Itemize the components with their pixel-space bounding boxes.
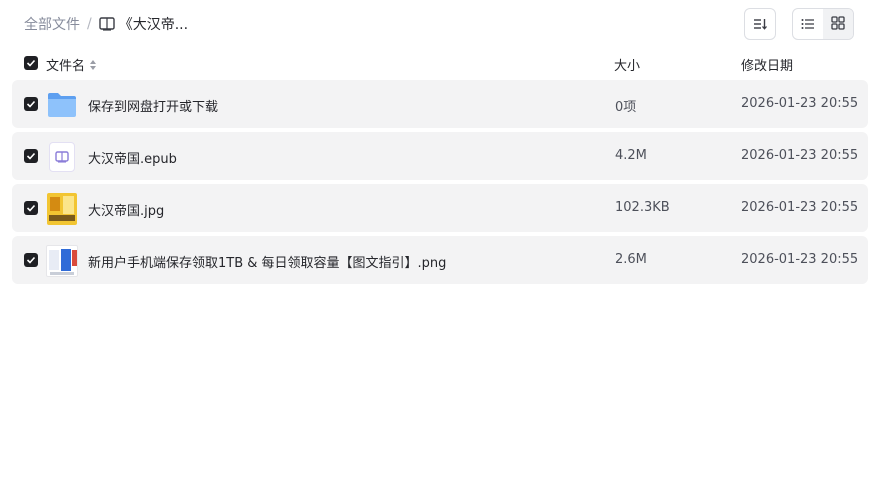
checkmark-icon (26, 59, 36, 67)
grid-view-icon (831, 15, 845, 34)
file-name[interactable]: 新用户手机端保存领取1TB & 每日领取容量【图文指引】.png (88, 252, 446, 271)
file-name[interactable]: 保存到网盘打开或下载 (88, 96, 218, 115)
folder-icon (46, 89, 78, 121)
file-list: 保存到网盘打开或下载 0项 2026-01-23 20:55 大汉帝国.epub… (12, 80, 868, 288)
row-checkbox[interactable] (24, 253, 38, 267)
file-date: 2026-01-23 20:55 (741, 200, 859, 215)
row-checkbox[interactable] (24, 149, 38, 163)
checkmark-icon (26, 100, 36, 108)
image-thumbnail (46, 245, 78, 277)
checkmark-icon (26, 152, 36, 160)
top-bar: 全部文件 / 《大汉帝... (24, 8, 854, 40)
file-date: 2026-01-23 20:55 (741, 148, 859, 163)
checkmark-icon (26, 204, 36, 212)
file-size: 0项 (615, 100, 637, 115)
book-icon (99, 16, 115, 32)
file-date: 2026-01-23 20:55 (741, 96, 859, 111)
image-thumbnail (46, 193, 78, 225)
file-name[interactable]: 大汉帝国.jpg (88, 200, 164, 219)
file-date: 2026-01-23 20:55 (741, 252, 859, 267)
list-view-button[interactable] (793, 9, 823, 39)
select-all-checkbox[interactable] (24, 56, 38, 70)
list-view-icon (801, 15, 815, 34)
column-header-date: 修改日期 (741, 59, 794, 74)
file-size: 4.2M (615, 148, 647, 163)
file-size: 2.6M (615, 252, 647, 267)
table-header: 文件名 大小 修改日期 (12, 52, 868, 76)
table-row[interactable]: 保存到网盘打开或下载 0项 2026-01-23 20:55 (12, 80, 868, 128)
sort-lines-icon (753, 15, 767, 34)
row-checkbox[interactable] (24, 201, 38, 215)
grid-view-button[interactable] (823, 9, 853, 39)
row-checkbox[interactable] (24, 97, 38, 111)
breadcrumb-separator: / (87, 16, 92, 32)
column-header-name[interactable]: 文件名 (46, 55, 97, 74)
view-toggle (792, 8, 854, 40)
sort-button[interactable] (744, 8, 776, 40)
file-size: 102.3KB (615, 200, 670, 215)
table-row[interactable]: 新用户手机端保存领取1TB & 每日领取容量【图文指引】.png 2.6M 20… (12, 236, 868, 284)
table-row[interactable]: 大汉帝国.epub 4.2M 2026-01-23 20:55 (12, 132, 868, 180)
table-row[interactable]: 大汉帝国.jpg 102.3KB 2026-01-23 20:55 (12, 184, 868, 232)
breadcrumb-current: 《大汉帝... (118, 17, 189, 33)
epub-book-icon (46, 141, 78, 173)
column-header-name-label: 文件名 (46, 59, 86, 74)
checkmark-icon (26, 256, 36, 264)
sort-caret-icon[interactable] (89, 59, 97, 71)
breadcrumb: 全部文件 / 《大汉帝... (24, 15, 188, 33)
column-header-size: 大小 (614, 59, 641, 74)
file-name[interactable]: 大汉帝国.epub (88, 148, 177, 167)
breadcrumb-root-link[interactable]: 全部文件 (24, 14, 80, 34)
